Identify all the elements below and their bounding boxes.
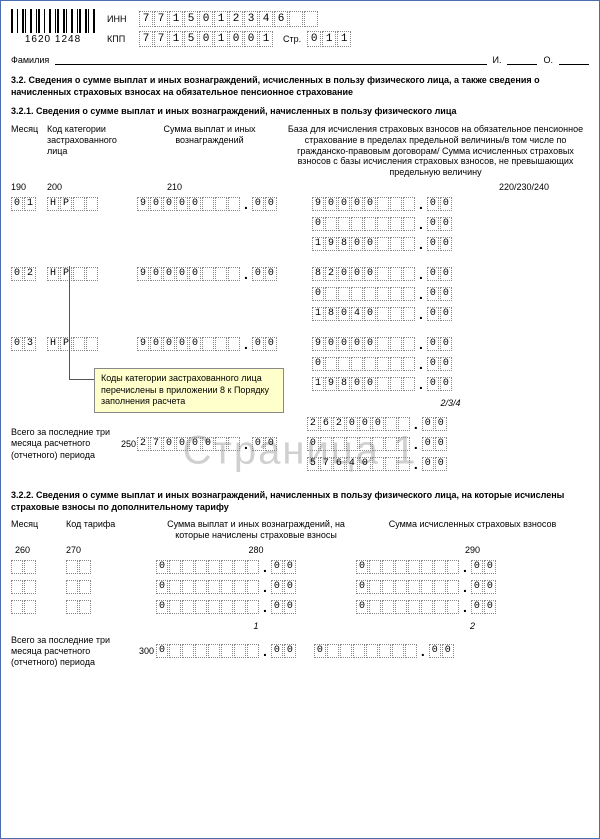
sub-labels-322: 1 2 <box>11 621 589 631</box>
row-321: 0.00 <box>11 216 589 232</box>
totals-right: 262000.000.0057640.00 <box>307 412 447 476</box>
h322-pay: Сумма выплат и иных вознаграждений, на к… <box>156 519 356 541</box>
row-321: 18040.00 <box>11 306 589 322</box>
c280: 280 <box>156 545 356 555</box>
name-row: Фамилия И. О. <box>11 53 589 65</box>
o-label: О. <box>543 55 553 65</box>
col-headers-322: Месяц Код тарифа Сумма выплат и иных воз… <box>11 519 589 541</box>
t300-1: 0.00 <box>156 643 296 659</box>
kpp-label: КПП <box>107 34 133 44</box>
h322-month: Месяц <box>11 519 66 541</box>
row-321: 19800.00 <box>11 236 589 252</box>
h-pay: Сумма выплат и иных вознаграждений <box>137 124 282 178</box>
sub322-2: 2 <box>356 621 589 631</box>
i-line <box>507 53 537 65</box>
c250: 250 <box>121 439 137 449</box>
col-nums-322: 260 270 280 290 <box>11 545 589 555</box>
c220: 220/230/240 <box>282 182 589 192</box>
section-3-2-2: 3.2.2. Сведения о сумме выплат и иных во… <box>11 490 589 513</box>
totals-row-300: Всего за последние три месяца расчетного… <box>11 635 589 667</box>
c210: 210 <box>137 182 282 192</box>
t300-2: 0.00 <box>314 643 454 659</box>
surname-line <box>55 53 486 65</box>
c190: 190 <box>11 182 47 192</box>
totals-row-250: Всего за последние три месяца расчетного… <box>11 412 589 476</box>
body-322: 0.000.00 0.000.00 0.000.00 <box>11 559 589 615</box>
header: 1620 1248 ИНН 7715012346 КПП 771501001 С… <box>11 9 589 47</box>
h-code: Код категории застрахованного лица <box>47 124 137 178</box>
section-3-2-1: 3.2.1. Сведения о сумме выплат и иных во… <box>11 106 589 118</box>
section-3-2: 3.2. Сведения о сумме выплат и иных возн… <box>11 75 589 98</box>
form-page: Страница 1 1620 1248 ИНН 7715012346 КПП … <box>0 0 600 839</box>
c200: 200 <box>47 182 137 192</box>
c260: 260 <box>11 545 66 555</box>
tooltip-text: Коды категории застрахованного лица пере… <box>101 373 269 406</box>
sub322-1: 1 <box>156 621 356 631</box>
totals-label: Всего за последние три месяца расчетного… <box>11 427 121 462</box>
t250: 270000.00 <box>137 436 277 452</box>
inn-cells: 7715012346 <box>139 11 318 27</box>
kpp-cells: 771501001 <box>139 31 273 47</box>
totals322-label: Всего за последние три месяца расчетного… <box>11 635 139 667</box>
id-block: ИНН 7715012346 КПП 771501001 Стр. 011 <box>107 11 351 47</box>
inn-label: ИНН <box>107 14 133 24</box>
row-321: 0.00 <box>11 286 589 302</box>
h322-tariff: Код тарифа <box>66 519 156 541</box>
row-321: 02НР90000.0082000.00 <box>11 266 589 282</box>
arrow-icon <box>69 266 70 379</box>
row-321: 03НР90000.0090000.00 <box>11 336 589 352</box>
row-322: 0.000.00 <box>11 559 589 575</box>
col-headers-321: Месяц Код категории застрахованного лица… <box>11 124 589 178</box>
c300: 300 <box>139 646 156 656</box>
arrow-icon-2 <box>69 379 94 380</box>
c290: 290 <box>356 545 589 555</box>
body-321: 01НР90000.0090000.00 0.00 19800.00 02НР9000… <box>11 196 589 392</box>
c270: 270 <box>66 545 156 555</box>
barcode-area: 1620 1248 <box>11 9 95 47</box>
tooltip: Коды категории застрахованного лица пере… <box>94 368 284 413</box>
h322-sum: Сумма исчисленных страховых взносов <box>356 519 589 541</box>
o-line <box>559 53 589 65</box>
barcode-text: 1620 1248 <box>25 34 81 45</box>
page-cells: 011 <box>307 31 351 47</box>
sub-234: 2/3/4 <box>312 398 589 408</box>
i-label: И. <box>493 55 502 65</box>
barcode-icon <box>11 9 95 33</box>
surname-label: Фамилия <box>11 55 49 65</box>
h-month: Месяц <box>11 124 47 178</box>
row-321: 01НР90000.0090000.00 <box>11 196 589 212</box>
col-nums-321: 190 200 210 220/230/240 <box>11 182 589 192</box>
row-322: 0.000.00 <box>11 599 589 615</box>
page-label: Стр. <box>283 34 301 44</box>
h-base: База для исчисления страховых взносов на… <box>282 124 589 178</box>
row-322: 0.000.00 <box>11 579 589 595</box>
